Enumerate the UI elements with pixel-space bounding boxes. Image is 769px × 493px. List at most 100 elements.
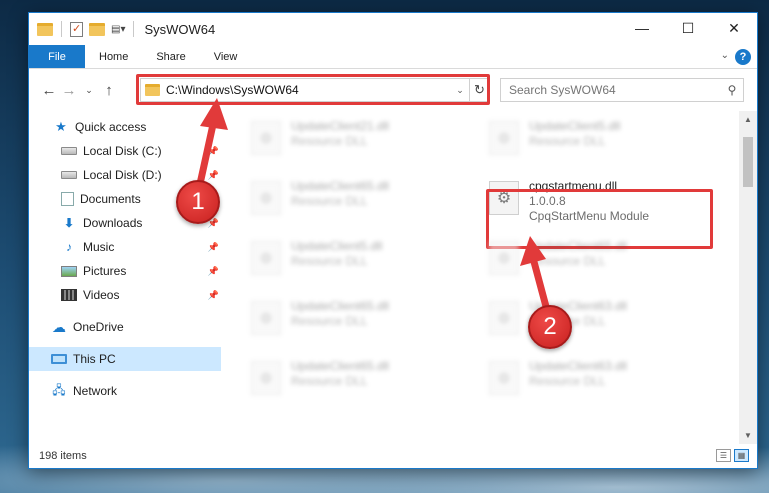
toolbar-separator: [61, 21, 62, 37]
pin-icon[interactable]: 📌: [208, 266, 219, 277]
sidebar-item-network[interactable]: 🖧 Network: [29, 379, 221, 403]
tiles-view-button[interactable]: ▦: [734, 449, 749, 462]
sidebar-item-label: Music: [83, 240, 115, 254]
sidebar-item-label: Local Disk (D:): [83, 168, 162, 182]
title-bar: ▤▾ SysWOW64 — ☐ ✕: [29, 13, 757, 45]
scroll-down-button[interactable]: ▼: [739, 427, 757, 444]
up-button[interactable]: ↑: [99, 82, 119, 99]
file-name: UpdateClient5.dll: [291, 239, 383, 253]
dll-file-icon: ⚙: [251, 301, 281, 335]
dll-file-icon: ⚙: [251, 181, 281, 215]
file-item[interactable]: ⚙ UpdateClient63.dllResource DLL: [467, 295, 697, 351]
sidebar-item-pictures[interactable]: Pictures 📌: [29, 259, 221, 283]
tab-file[interactable]: File: [29, 45, 85, 68]
caption-buttons: — ☐ ✕: [619, 13, 757, 43]
sidebar-item-label: Pictures: [83, 264, 127, 278]
folder-icon: [37, 22, 53, 36]
sidebar-item-label: Documents: [80, 192, 141, 206]
file-name: UpdateClient65.dll: [529, 239, 628, 253]
new-folder-icon[interactable]: [89, 22, 105, 36]
sidebar-item-videos[interactable]: Videos 📌: [29, 283, 221, 307]
dll-file-icon: ⚙: [489, 361, 519, 395]
sidebar-item-onedrive[interactable]: ☁ OneDrive: [29, 315, 221, 339]
status-bar: 198 items ☰ ▦: [29, 444, 757, 468]
file-item[interactable]: ⚙ UpdateClient21.dll Resource DLL: [229, 115, 459, 171]
file-item[interactable]: ⚙ UpdateClient65.dll Resource DLL: [229, 175, 459, 231]
sidebar-item-this-pc[interactable]: This PC: [29, 347, 221, 371]
file-item[interactable]: ⚙ UpdateClient63.dllResource DLL: [467, 355, 697, 411]
step-2-badge: 2: [528, 305, 572, 349]
sidebar-item-local-disk-c[interactable]: Local Disk (C:) 📌: [29, 139, 221, 163]
address-highlight-box: [136, 74, 490, 105]
sidebar-item-label: Quick access: [75, 120, 147, 134]
document-icon: [61, 192, 74, 206]
search-icon[interactable]: ⚲: [721, 83, 743, 97]
video-icon: [61, 289, 77, 301]
file-item[interactable]: ⚙ UpdateClient5.dll Resource DLL: [467, 115, 697, 171]
view-switcher: ☰ ▦: [716, 449, 749, 462]
file-description: Resource DLL: [291, 374, 368, 388]
properties-icon[interactable]: [70, 21, 83, 37]
star-icon: ★: [55, 119, 67, 134]
maximize-button[interactable]: ☐: [665, 13, 711, 43]
search-box[interactable]: ⚲: [500, 78, 744, 102]
pin-icon[interactable]: 📌: [208, 290, 219, 301]
navigation-row: ← → ⌄ ↑ C:\Windows\SysWOW64 ⌄ ↻ ⚲: [29, 69, 757, 111]
sidebar-item-label: Network: [73, 384, 118, 398]
back-button[interactable]: ←: [39, 82, 59, 99]
file-description: Resource DLL: [529, 374, 606, 388]
vertical-scrollbar[interactable]: ▲ ▼: [739, 111, 757, 444]
file-description: Resource DLL: [291, 254, 368, 268]
scroll-up-button[interactable]: ▲: [739, 111, 757, 128]
sidebar-item-music[interactable]: ♪ Music 📌: [29, 235, 221, 259]
file-description: Resource DLL: [291, 134, 368, 148]
computer-icon: [51, 354, 67, 364]
main-panes: ★ Quick access Local Disk (C:) 📌 Local D…: [29, 111, 757, 444]
details-view-button[interactable]: ☰: [716, 449, 731, 462]
drive-icon: [61, 171, 77, 179]
sidebar-item-label: Videos: [83, 288, 120, 302]
file-item[interactable]: ⚙ UpdateClient65.dll Resource DLL: [229, 295, 459, 351]
quick-access-toolbar: ▤▾: [29, 21, 136, 37]
navigation-pane: ★ Quick access Local Disk (C:) 📌 Local D…: [29, 111, 221, 444]
minimize-button[interactable]: —: [619, 13, 665, 43]
pin-icon[interactable]: 📌: [208, 242, 219, 253]
forward-button[interactable]: →: [59, 82, 79, 99]
dll-file-icon: ⚙: [251, 241, 281, 275]
file-name: UpdateClient65.dll: [291, 299, 390, 313]
file-name: UpdateClient65.dll: [291, 179, 390, 193]
pin-icon[interactable]: 📌: [208, 170, 219, 181]
dll-file-icon: ⚙: [251, 361, 281, 395]
file-item[interactable]: ⚙ UpdateClient5.dll Resource DLL: [229, 235, 459, 291]
music-icon: ♪: [66, 240, 72, 254]
customize-toolbar-icon[interactable]: ▤▾: [111, 24, 125, 35]
tab-home[interactable]: Home: [85, 45, 142, 68]
picture-icon: [61, 265, 77, 277]
file-item[interactable]: ⚙ UpdateClient65.dll Resource DLL: [229, 355, 459, 411]
tab-share[interactable]: Share: [142, 45, 199, 68]
dll-file-icon: ⚙: [251, 121, 281, 155]
toolbar-separator: [133, 21, 135, 37]
file-item[interactable]: ⚙ UpdateClient65.dll Resource DLL: [467, 235, 697, 291]
recent-locations-icon[interactable]: ⌄: [79, 85, 99, 96]
scroll-thumb[interactable]: [743, 137, 753, 187]
file-name: UpdateClient65.dll: [291, 359, 390, 373]
window-title: SysWOW64: [144, 21, 216, 37]
cloud-icon: ☁: [52, 318, 66, 335]
close-button[interactable]: ✕: [711, 13, 757, 43]
file-description: Resource DLL: [529, 254, 606, 268]
expand-ribbon-icon[interactable]: ⌄: [721, 50, 729, 61]
file-description: Resource DLL: [291, 194, 368, 208]
sidebar-item-label: Downloads: [83, 216, 143, 230]
search-input[interactable]: [509, 83, 721, 97]
sidebar-item-quick-access[interactable]: ★ Quick access: [29, 115, 221, 139]
dll-file-icon: ⚙: [489, 241, 519, 275]
help-icon[interactable]: ?: [735, 49, 751, 65]
file-description: Resource DLL: [291, 314, 368, 328]
pin-icon[interactable]: 📌: [208, 146, 219, 157]
ribbon-tabs: File Home Share View ⌄ ?: [29, 45, 757, 69]
drive-icon: [61, 147, 77, 155]
file-name: UpdateClient21.dll: [291, 119, 390, 133]
dll-file-icon: ⚙: [489, 301, 519, 335]
tab-view[interactable]: View: [200, 45, 252, 68]
